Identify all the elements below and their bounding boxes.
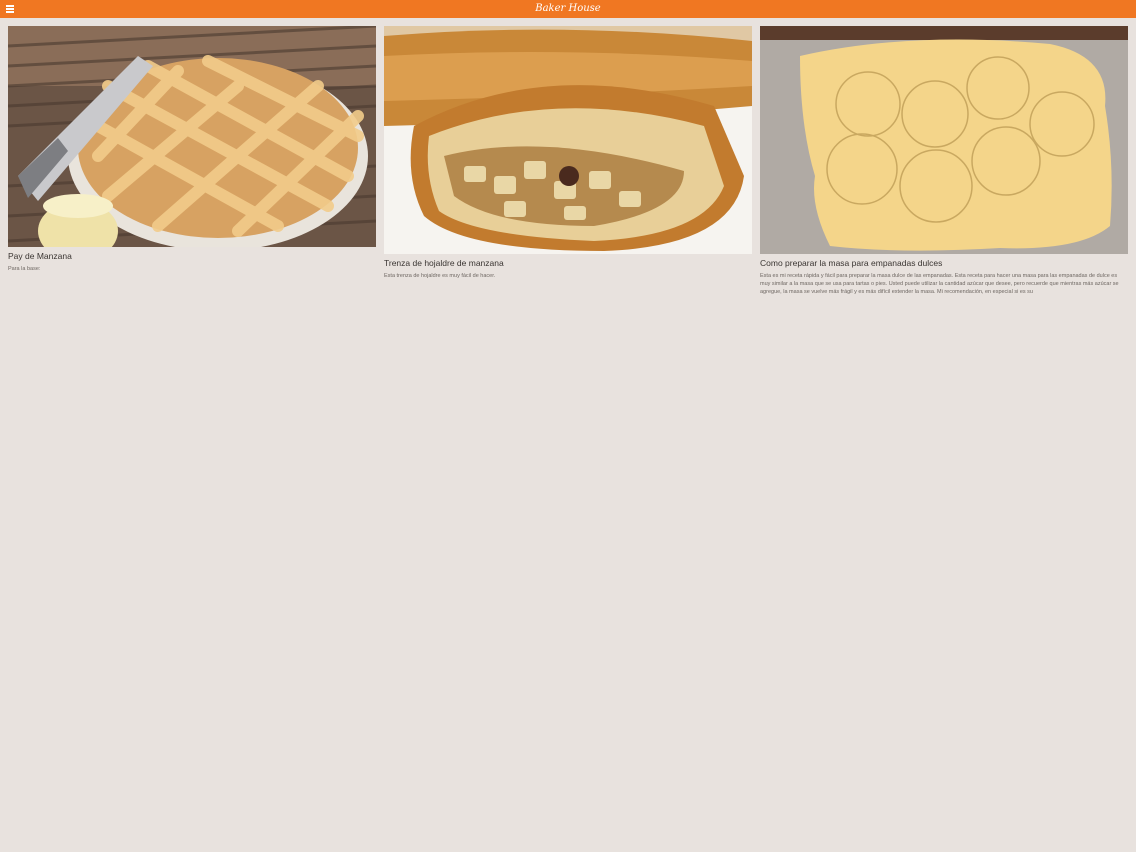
recipe-image-apple-puff-braid[interactable] [384, 26, 752, 254]
recipe-title[interactable]: Trenza de hojaldre de manzana [384, 258, 752, 269]
top-bar: Baker House [0, 0, 1136, 18]
app-title: Baker House [535, 3, 601, 14]
recipe-title[interactable]: Como preparar la masa para empanadas dul… [760, 258, 1128, 269]
recipe-image-apple-pie[interactable] [8, 26, 376, 247]
recipe-description: Esta trenza de hojaldre es muy fácil de … [384, 273, 496, 279]
recipe-title[interactable]: Pay de Manzana [8, 251, 376, 262]
recipe-description: Esta es mi receta rápida y fácil para pr… [760, 273, 1119, 295]
recipe-image-empanada-dough[interactable] [760, 26, 1128, 254]
recipe-card-masa-empanadas[interactable]: Como preparar la masa para empanadas dul… [760, 26, 1128, 296]
recipe-card-trenza-de-hojaldre[interactable]: Trenza de hojaldre de manzana Esta trenz… [384, 26, 752, 280]
recipe-description: Para la base: [8, 266, 41, 272]
recipe-card-pay-de-manzana[interactable]: Pay de Manzana Para la base: [8, 26, 376, 273]
